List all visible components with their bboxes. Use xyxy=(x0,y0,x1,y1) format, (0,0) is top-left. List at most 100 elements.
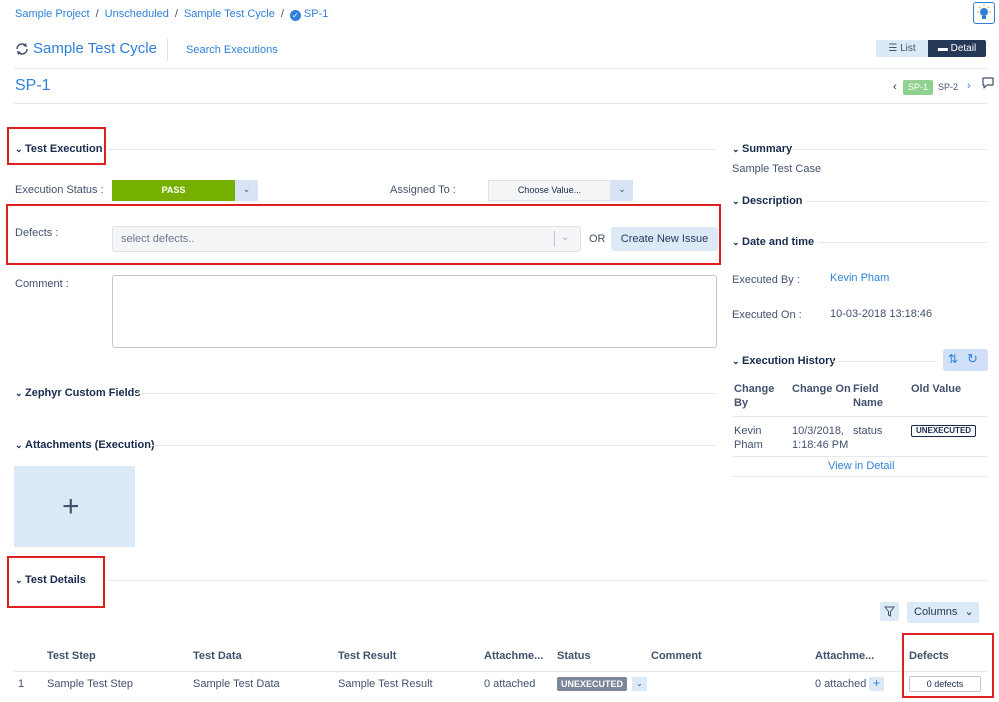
divider xyxy=(14,103,987,104)
history-header-field-name: Field Name xyxy=(853,382,883,410)
column-header-test-result[interactable]: Test Result xyxy=(338,650,396,662)
create-new-issue-button[interactable]: Create New Issue xyxy=(611,227,718,251)
chevron-down-icon: ⌄ xyxy=(15,440,23,450)
breadcrumb-cycle[interactable]: Sample Test Cycle xyxy=(184,8,275,20)
test-data-cell[interactable]: Sample Test Data xyxy=(193,678,280,690)
section-title: Date and time xyxy=(742,236,815,248)
header-line: Field xyxy=(853,383,879,395)
comment-label: Comment : xyxy=(15,278,69,290)
section-title: Test Details xyxy=(25,574,86,586)
list-view-button[interactable]: ☰ List xyxy=(876,40,928,57)
section-title: Attachments (Execution) xyxy=(25,439,155,451)
step-defects-select[interactable]: 0 defects xyxy=(909,676,981,692)
section-title: Zephyr Custom Fields xyxy=(25,387,141,399)
search-executions-link[interactable]: Search Executions xyxy=(186,44,278,56)
test-step-cell[interactable]: Sample Test Step xyxy=(47,678,133,690)
current-execution-badge: SP-1 xyxy=(903,80,933,95)
description-heading[interactable]: ⌄ Description xyxy=(732,195,803,207)
check-circle-icon: ✓ xyxy=(289,10,301,21)
columns-button[interactable]: Columns ⌄ xyxy=(907,602,979,623)
execution-history-heading[interactable]: ⌄ Execution History xyxy=(732,355,836,367)
section-title: Execution History xyxy=(742,355,836,367)
plus-icon: + xyxy=(62,490,80,523)
breadcrumb: Sample Project / Unscheduled / Sample Test C… xyxy=(15,8,328,21)
page-title: Sample Test Cycle xyxy=(33,40,157,57)
sort-icon[interactable]: ⇅ xyxy=(948,352,958,366)
column-header-step-attachments[interactable]: Attachme... xyxy=(815,650,874,662)
chevron-down-icon[interactable]: ⌄ xyxy=(561,232,569,243)
divider xyxy=(108,580,987,581)
refresh-icon[interactable]: ↻ xyxy=(967,351,978,367)
divider xyxy=(554,231,555,247)
execution-title: SP-1 xyxy=(15,77,51,94)
section-title: Summary xyxy=(742,143,793,155)
assigned-to-select[interactable]: Choose Value... xyxy=(488,180,611,201)
view-in-detail-link[interactable]: View in Detail xyxy=(828,460,894,472)
detail-icon: ▬ xyxy=(937,43,948,54)
highlight-box xyxy=(7,127,106,165)
test-details-heading[interactable]: ⌄ Test Details xyxy=(15,574,86,586)
chevron-down-icon: ⌄ xyxy=(732,144,740,154)
filter-icon[interactable] xyxy=(880,602,899,621)
divider xyxy=(167,39,168,61)
column-header-attachments[interactable]: Attachme... xyxy=(484,650,543,662)
cell-line: Pham xyxy=(734,439,763,451)
divider xyxy=(818,242,987,243)
attachments-heading[interactable]: ⌄ Attachments (Execution) xyxy=(15,439,155,451)
breadcrumb-current[interactable]: SP-1 xyxy=(304,8,328,20)
divider xyxy=(806,201,987,202)
divider xyxy=(793,149,987,150)
chevron-down-icon: ⌄ xyxy=(732,237,740,247)
comment-textarea[interactable] xyxy=(112,275,717,348)
next-execution-link[interactable]: SP-2 xyxy=(938,82,958,92)
history-field-name: status xyxy=(853,425,883,437)
executed-on-value: 10-03-2018 13:18:46 xyxy=(830,308,933,320)
custom-fields-heading[interactable]: ⌄ Zephyr Custom Fields xyxy=(15,387,141,399)
summary-heading[interactable]: ⌄ Summary xyxy=(732,143,792,155)
divider xyxy=(832,361,937,362)
list-icon: ☰ xyxy=(888,43,898,54)
attachments-cell: 0 attached xyxy=(484,678,536,690)
breadcrumb-separator: / xyxy=(95,8,99,20)
history-change-by-link[interactable]: Kevin Pham xyxy=(734,424,763,452)
breadcrumb-separator: / xyxy=(174,8,178,20)
chevron-down-icon[interactable]: ⌄ xyxy=(632,677,647,691)
assigned-to-label: Assigned To : xyxy=(390,184,456,196)
execution-status-label: Execution Status : xyxy=(15,184,104,196)
chevron-down-icon[interactable]: ⌄ xyxy=(611,180,633,201)
or-label: OR xyxy=(589,233,606,245)
old-value-badge: UNEXECUTED xyxy=(911,425,976,437)
cell-line: 10/3/2018, xyxy=(792,425,844,437)
column-header-comment[interactable]: Comment xyxy=(651,650,702,662)
chevron-down-icon: ⌄ xyxy=(15,575,23,585)
execution-status-select[interactable]: PASS xyxy=(112,180,235,201)
plus-icon[interactable]: + xyxy=(869,677,884,691)
previous-execution-icon[interactable]: ‹ xyxy=(893,81,897,93)
executed-on-label: Executed On : xyxy=(732,309,802,321)
column-header-status[interactable]: Status xyxy=(557,650,591,662)
breadcrumb-project[interactable]: Sample Project xyxy=(15,8,90,20)
cycle-icon xyxy=(14,41,30,57)
chevron-down-icon[interactable]: ⌄ xyxy=(235,180,258,201)
lightbulb-icon[interactable] xyxy=(973,2,995,24)
next-execution-icon[interactable]: › xyxy=(967,80,971,92)
section-title: Description xyxy=(742,195,803,207)
test-result-cell[interactable]: Sample Test Result xyxy=(338,678,433,690)
chat-icon[interactable] xyxy=(981,76,995,90)
step-status-badge[interactable]: UNEXECUTED xyxy=(557,677,627,691)
history-change-on: 10/3/2018, 1:18:46 PM xyxy=(792,424,848,452)
cell-line: Kevin xyxy=(734,425,762,437)
detail-view-button[interactable]: ▬ Detail xyxy=(928,40,986,57)
defects-label: Defects : xyxy=(15,227,59,239)
summary-value: Sample Test Case xyxy=(732,163,822,175)
breadcrumb-version[interactable]: Unscheduled xyxy=(105,8,169,20)
date-time-heading[interactable]: ⌄ Date and time xyxy=(732,236,814,248)
executed-by-label: Executed By : xyxy=(732,274,800,286)
column-header-test-step[interactable]: Test Step xyxy=(47,650,96,662)
chevron-down-icon: ⌄ xyxy=(964,606,974,618)
executed-by-user-link[interactable]: Kevin Pham xyxy=(830,272,889,284)
row-index: 1 xyxy=(18,678,25,690)
column-header-test-data[interactable]: Test Data xyxy=(193,650,242,662)
divider xyxy=(14,68,987,69)
header-line: Change xyxy=(734,383,775,395)
